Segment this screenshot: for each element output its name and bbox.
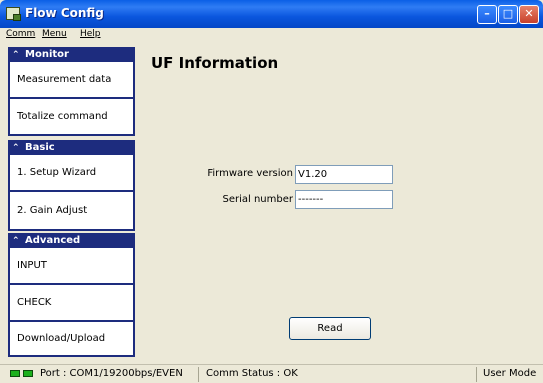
window-title: Flow Config [25,6,104,20]
firmware-version-field[interactable]: V1.20 [295,165,393,184]
menu-help[interactable]: Help [80,29,101,39]
minimize-button[interactable]: – [477,5,497,24]
read-button-label: Read [317,323,343,334]
app-window: Flow Config – □ ✕ Comm Menu Help ⌃ Monit… [0,0,543,383]
nav-item-gain-adjust[interactable]: 2. Gain Adjust [8,192,135,231]
section-title: Monitor [25,49,69,60]
section-title: Advanced [25,235,81,246]
sidebar: ⌃ Monitor Measurement data Totalize comm… [8,47,135,357]
collapse-icon: ⌃ [12,236,20,246]
read-button[interactable]: Read [289,317,371,340]
user-mode-status: User Mode [483,368,537,379]
serial-number-field[interactable]: ------- [295,190,393,209]
nav-item-label: INPUT [17,260,47,271]
maximize-button[interactable]: □ [498,5,518,24]
firmware-version-label: Firmware version [207,168,293,179]
status-bar: Port : COM1/19200bps/EVEN Comm Status : … [0,364,543,383]
nav-item-totalize-command[interactable]: Totalize command [8,99,135,136]
nav-item-measurement-data[interactable]: Measurement data [8,62,135,99]
menu-menu[interactable]: Menu [42,29,67,39]
close-button[interactable]: ✕ [519,5,539,24]
nav-item-check[interactable]: CHECK [8,285,135,322]
serial-number-label: Serial number [222,194,293,205]
status-divider [476,367,477,382]
section-header-advanced[interactable]: ⌃ Advanced [8,233,135,248]
menu-bar: Comm Menu Help [0,28,543,42]
menu-comm[interactable]: Comm [6,29,35,39]
status-divider [198,367,199,382]
connection-led-icon [10,370,20,377]
section-title: Basic [25,142,55,153]
nav-item-label: Totalize command [17,111,108,122]
title-bar[interactable]: Flow Config – □ ✕ [0,0,543,28]
comm-status: Comm Status : OK [206,368,298,379]
connection-led-icon [23,370,33,377]
nav-item-label: 2. Gain Adjust [17,205,88,216]
nav-item-label: Download/Upload [17,333,106,344]
nav-item-label: CHECK [17,297,52,308]
nav-item-setup-wizard[interactable]: 1. Setup Wizard [8,155,135,192]
nav-item-label: Measurement data [17,74,112,85]
section-header-monitor[interactable]: ⌃ Monitor [8,47,135,62]
nav-item-input[interactable]: INPUT [8,248,135,285]
app-icon [6,7,21,21]
collapse-icon: ⌃ [12,143,20,153]
port-status: Port : COM1/19200bps/EVEN [40,368,183,379]
section-header-basic[interactable]: ⌃ Basic [8,140,135,155]
nav-item-label: 1. Setup Wizard [17,167,97,178]
page-title: UF Information [151,54,279,72]
main-panel: UF Information Firmware version V1.20 Se… [135,42,543,364]
collapse-icon: ⌃ [12,50,20,60]
nav-item-download-upload[interactable]: Download/Upload [8,322,135,357]
